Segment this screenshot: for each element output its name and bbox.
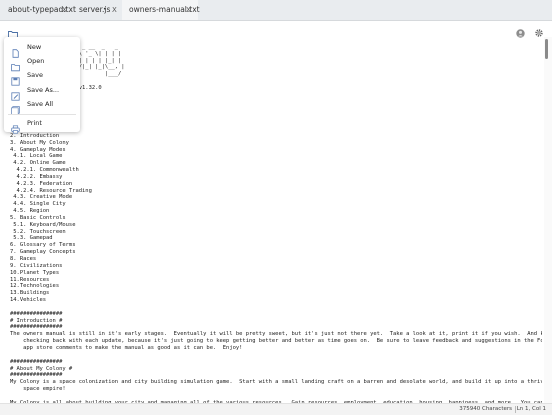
tab-owners-manual[interactable]: owners-manual.txt X [122, 0, 200, 20]
save-as-icon [11, 86, 20, 101]
menu-item-save-all[interactable]: Save All [4, 98, 80, 115]
scrollbar-thumb[interactable] [545, 39, 548, 59]
save-all-icon [11, 100, 20, 115]
tab-about-typepad[interactable]: about-typepad.txt X [0, 0, 76, 20]
menu-divider [8, 114, 76, 115]
new-file-icon [11, 43, 20, 58]
file-menu: New Open Save Save As... Save All Print [4, 37, 80, 134]
menu-item-label: Save All [27, 100, 54, 108]
menu-item-save-as[interactable]: Save As... [4, 84, 80, 101]
vertical-scrollbar[interactable] [544, 37, 552, 403]
character-count: 375940 Characters [459, 406, 512, 412]
menu-item-label: Open [27, 57, 45, 65]
tab-close-button[interactable]: X [186, 0, 191, 20]
menu-item-label: Print [27, 119, 42, 127]
unsaved-dot: • [103, 6, 107, 13]
toolbar [0, 21, 552, 39]
tab-close-button[interactable]: X [62, 0, 67, 20]
status-bar: 375940 Characters Ln 1, Col 1 [0, 403, 552, 415]
menu-item-new[interactable]: New [4, 41, 80, 58]
menu-item-open[interactable]: Open [4, 55, 80, 72]
editor-text[interactable]: _ ___ __| |___ _ __ _ _ / __|/ _ / _ \ '… [10, 37, 542, 403]
menu-item-label: New [27, 43, 42, 51]
tab-server-js[interactable]: server.js • X [76, 0, 122, 20]
menu-item-save[interactable]: Save [4, 69, 80, 86]
menu-item-print[interactable]: Print [4, 117, 80, 134]
save-icon [11, 71, 20, 86]
print-icon [11, 119, 20, 134]
editor[interactable]: _ ___ __| |___ _ __ _ _ / __|/ _ / _ \ '… [0, 37, 542, 403]
cursor-position: Ln 1, Col 1 [516, 406, 546, 412]
avatar-icon[interactable] [516, 23, 525, 38]
folder-icon[interactable] [8, 24, 18, 39]
tab-close-button[interactable]: X [112, 0, 117, 20]
tab-bar: about-typepad.txt X server.js • X owners… [0, 0, 552, 21]
gear-icon[interactable] [534, 23, 544, 37]
open-file-icon [11, 57, 20, 72]
menu-item-label: Save As... [27, 86, 60, 94]
menu-item-label: Save [27, 71, 43, 79]
